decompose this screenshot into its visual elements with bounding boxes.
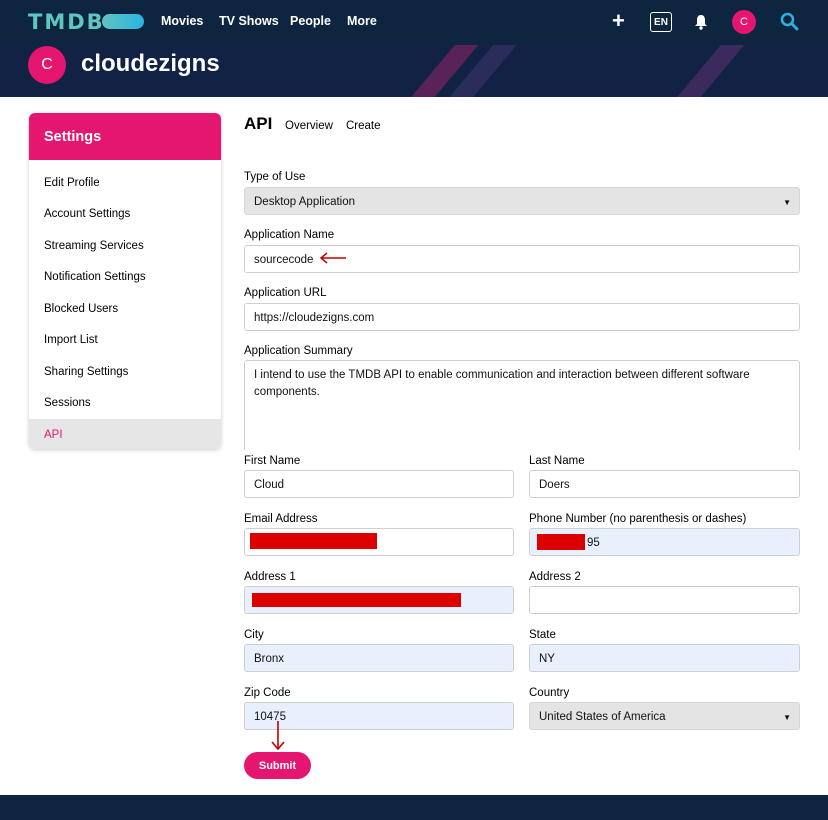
sidebar-item-streaming-services[interactable]: Streaming Services (29, 230, 221, 262)
last-name-input[interactable]: Doers (529, 470, 800, 498)
profile-avatar[interactable]: C (28, 46, 66, 84)
city-value: Bronx (254, 653, 285, 665)
caret-down-icon: ▼ (783, 198, 791, 207)
caret-down-icon: ▼ (783, 713, 791, 722)
tmdb-logo-pill (102, 14, 144, 29)
email-label: Email Address (244, 513, 318, 525)
redaction-bar (250, 533, 377, 549)
last-name-label: Last Name (529, 455, 585, 467)
sidebar-item-sessions[interactable]: Sessions (29, 388, 221, 420)
sidebar-item-api[interactable]: API (29, 419, 221, 449)
nav-people[interactable]: People (290, 14, 331, 28)
type-of-use-label: Type of Use (244, 171, 306, 183)
search-icon[interactable] (780, 12, 799, 36)
submit-button[interactable]: Submit (244, 752, 311, 779)
sidebar-item-blocked-users[interactable]: Blocked Users (29, 293, 221, 325)
profile-banner: C cloudezigns (0, 45, 828, 97)
app-url-input[interactable]: https://cloudezigns.com (244, 303, 800, 331)
country-value: United States of America (539, 711, 666, 723)
last-name-value: Doers (539, 479, 570, 491)
tmdb-logo[interactable]: TMDB (28, 10, 105, 34)
first-name-label: First Name (244, 455, 301, 467)
state-value: NY (539, 653, 555, 665)
top-navbar: TMDB Movies TV Shows People More + EN C (0, 0, 828, 45)
zip-label: Zip Code (244, 687, 291, 699)
redaction-bar (537, 534, 585, 550)
app-url-label: Application URL (244, 287, 327, 299)
nav-tv-shows[interactable]: TV Shows (219, 14, 279, 28)
annotation-arrow-left (319, 252, 346, 264)
state-label: State (529, 629, 556, 641)
app-url-value: https://cloudezigns.com (254, 312, 375, 324)
country-select[interactable]: United States of America ▼ (529, 702, 800, 730)
phone-value: 95 (587, 537, 600, 549)
profile-username[interactable]: cloudezigns (81, 50, 220, 78)
page-title: API (244, 114, 273, 133)
address2-label: Address 2 (529, 571, 581, 583)
tab-create[interactable]: Create (346, 120, 381, 132)
sidebar-item-sharing-settings[interactable]: Sharing Settings (29, 356, 221, 388)
settings-sidebar: Settings Edit Profile Account Settings S… (29, 113, 221, 449)
user-avatar[interactable]: C (732, 10, 756, 34)
banner-stripe (653, 45, 745, 97)
redaction-bar (252, 593, 461, 607)
footer (0, 795, 828, 820)
language-button[interactable]: EN (650, 12, 672, 32)
address1-label: Address 1 (244, 571, 296, 583)
country-label: Country (529, 687, 570, 699)
nav-more[interactable]: More (347, 14, 377, 28)
sidebar-item-import-list[interactable]: Import List (29, 325, 221, 357)
phone-label: Phone Number (no parenthesis or dashes) (529, 513, 747, 525)
first-name-value: Cloud (254, 479, 285, 491)
state-input[interactable]: NY (529, 644, 800, 672)
nav-movies[interactable]: Movies (161, 14, 203, 28)
annotation-arrow-down (271, 721, 285, 751)
app-name-value: sourcecode (254, 254, 314, 266)
sidebar-title: Settings (29, 113, 221, 160)
sidebar-item-account-settings[interactable]: Account Settings (29, 199, 221, 231)
app-summary-label: Application Summary (244, 345, 353, 357)
first-name-input[interactable]: Cloud (244, 470, 514, 498)
sidebar-item-edit-profile[interactable]: Edit Profile (29, 167, 221, 199)
address2-input[interactable] (529, 586, 800, 614)
app-summary-value: I intend to use the TMDB API to enable c… (254, 369, 750, 398)
app-name-label: Application Name (244, 229, 335, 241)
app-summary-textarea[interactable]: I intend to use the TMDB API to enable c… (244, 360, 800, 450)
sidebar-item-notification-settings[interactable]: Notification Settings (29, 262, 221, 294)
tab-overview[interactable]: Overview (285, 120, 333, 132)
type-of-use-value: Desktop Application (254, 196, 356, 208)
city-label: City (244, 629, 264, 641)
type-of-use-select[interactable]: Desktop Application ▼ (244, 187, 800, 215)
bell-icon[interactable] (694, 14, 708, 35)
plus-icon[interactable]: + (612, 10, 625, 32)
city-input[interactable]: Bronx (244, 644, 514, 672)
